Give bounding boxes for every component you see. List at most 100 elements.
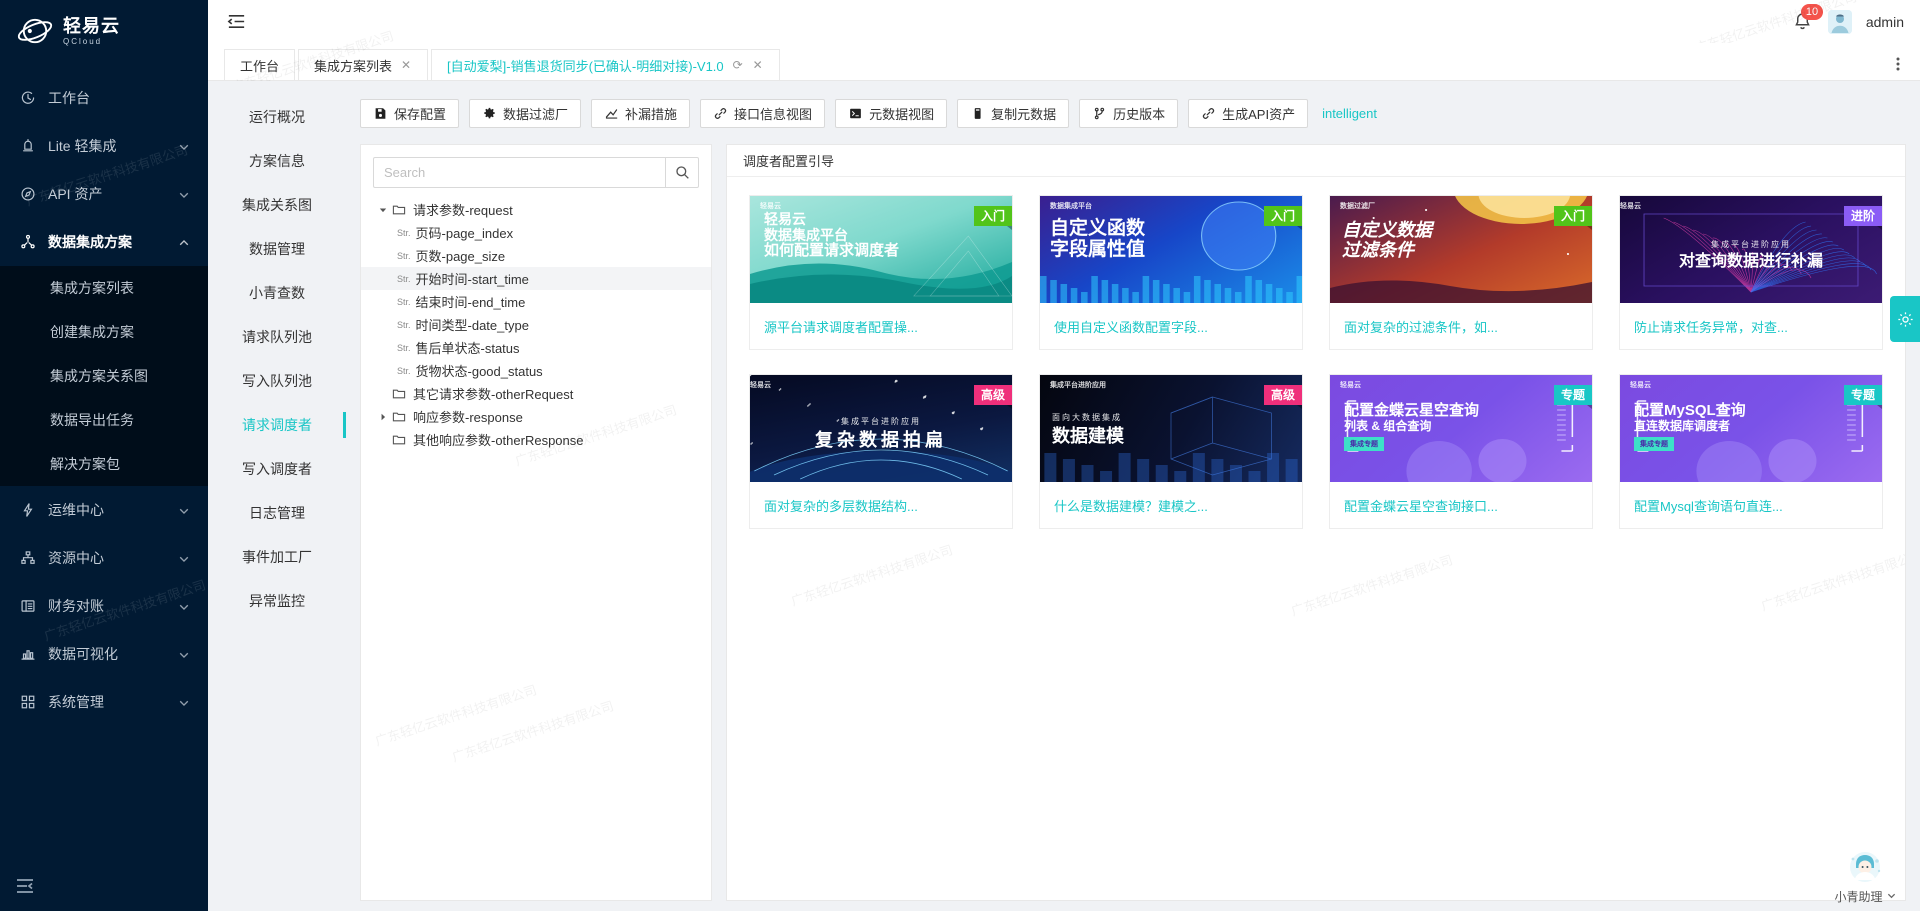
card-caption[interactable]: 使用自定义函数配置字段... [1040,303,1302,349]
guide-card-7[interactable]: 轻易云 配置金蝶云星空查询列表 & 组合查询 集成专题 专题 配置金蝶云星空查询… [1329,374,1593,529]
tab-3[interactable]: [自动爱梨]-销售退货同步(已确认-明细对接)-V1.0⟳✕ [431,49,780,80]
chevron-down-icon[interactable] [178,504,190,516]
tree-node[interactable]: 响应参数-response [361,405,711,428]
sidebar-subitem-1[interactable]: 集成方案列表 [0,266,208,310]
toolbar-button-1[interactable]: 保存配置 [360,99,459,128]
tree-node[interactable]: Str.时间类型-date_type [361,313,711,336]
tree-node[interactable]: 请求参数-request [361,198,711,221]
sidebar-item-label: 资源中心 [48,548,178,568]
card-caption[interactable]: 配置Mysql查询语句直连... [1620,482,1882,528]
toolbar-button-2[interactable]: 数据过滤厂 [469,99,581,128]
secondary-nav-item-5[interactable]: 小青查数 [208,271,346,315]
chart-icon [19,645,37,663]
sidebar-collapse-icon[interactable] [14,875,36,897]
card-caption[interactable]: 什么是数据建模？建模之... [1040,482,1302,528]
secondary-nav-item-8[interactable]: 请求调度者 [208,403,346,447]
tab-close-icon[interactable]: ✕ [752,59,764,71]
tab-2[interactable]: 集成方案列表✕ [298,49,428,80]
secondary-nav-item-6[interactable]: 请求队列池 [208,315,346,359]
secondary-nav-item-7[interactable]: 写入队列池 [208,359,346,403]
chevron-down-icon[interactable] [1887,887,1896,905]
settings-fab[interactable] [1890,296,1920,342]
chevron-down-icon[interactable] [178,552,190,564]
sidebar-item-5[interactable]: 运维中心 [0,486,208,534]
card-caption[interactable]: 面对复杂的多层数据结构... [750,482,1012,528]
card-caption[interactable]: 防止请求任务异常，对查... [1620,303,1882,349]
tree-node[interactable]: Str.页数-page_size [361,244,711,267]
notifications-button[interactable]: 10 [1792,11,1814,33]
tree-node[interactable]: Str.售后单状态-status [361,336,711,359]
sidebar-item-8[interactable]: 数据可视化 [0,630,208,678]
assistant-widget[interactable]: 小青助理 [1826,844,1904,905]
username-label[interactable]: admin [1866,14,1904,30]
sidebar-subitem-4[interactable]: 数据导出任务 [0,398,208,442]
toolbar-button-8[interactable]: 生成API资产 [1188,99,1308,128]
type-tag: Str. [397,320,411,330]
link-icon [1201,106,1215,120]
tree-node[interactable]: 其他响应参数-otherResponse [361,428,711,451]
sidebar-subitem-3[interactable]: 集成方案关系图 [0,354,208,398]
tree-node[interactable]: Str.货物状态-good_status [361,359,711,382]
card-thumb-line: 过滤条件 [1342,240,1414,260]
brand-logo[interactable]: 轻易云 QCloud [0,0,208,62]
collapse-sidebar-icon[interactable] [226,11,247,32]
guide-card-5[interactable]: 轻易云 集成平台进阶应用复杂数据拍扁 高级 面对复杂的多层数据结构... [749,374,1013,529]
tree-node[interactable]: 其它请求参数-otherRequest [361,382,711,405]
intelligent-link[interactable]: intelligent [1322,106,1377,121]
secondary-nav-item-11[interactable]: 事件加工厂 [208,535,346,579]
caret-down-icon[interactable] [375,202,391,218]
toolbar-button-5[interactable]: 元数据视图 [835,99,947,128]
primary-sidebar: 轻易云 QCloud 工作台Lite 轻集成API 资产数据集成方案集成方案列表… [0,0,208,911]
toolbar-button-3[interactable]: 补漏措施 [591,99,690,128]
chevron-down-icon[interactable] [178,188,190,200]
chevron-down-icon[interactable] [178,600,190,612]
tree-node[interactable]: Str.开始时间-start_time [361,267,711,290]
sidebar-item-2[interactable]: Lite 轻集成 [0,122,208,170]
tree-node[interactable]: Str.页码-page_index [361,221,711,244]
tab-reload-icon[interactable]: ⟳ [732,59,744,71]
search-icon[interactable] [665,157,699,188]
toolbar-button-6[interactable]: 复制元数据 [957,99,1069,128]
sidebar-item-9[interactable]: 系统管理 [0,678,208,726]
secondary-nav-item-9[interactable]: 写入调度者 [208,447,346,491]
tree-node[interactable]: Str.结束时间-end_time [361,290,711,313]
toolbar-button-7[interactable]: 历史版本 [1079,99,1178,128]
secondary-nav-item-10[interactable]: 日志管理 [208,491,346,535]
secondary-nav-item-12[interactable]: 异常监控 [208,579,346,623]
secondary-nav-item-2[interactable]: 方案信息 [208,139,346,183]
guide-card-8[interactable]: 轻易云 配置MySQL查询直连数据库调度者 集成专题 专题 配置Mysql查询语… [1619,374,1883,529]
type-tag: Str. [397,297,411,307]
sidebar-subitem-2[interactable]: 创建集成方案 [0,310,208,354]
guide-card-1[interactable]: 轻易云 轻易云数据集成平台如何配置请求调度者 入门 源平台请求调度者配置操... [749,195,1013,350]
avatar[interactable] [1828,10,1852,34]
guide-card-4[interactable]: 轻易云 集成平台进阶应用对查询数据进行补漏 进阶 防止请求任务异常，对查... [1619,195,1883,350]
tab-1[interactable]: 工作台 [224,49,295,80]
sidebar-subitem-5[interactable]: 解决方案包 [0,442,208,486]
guide-card-2[interactable]: 数据集成平台 自定义函数字段属性值 入门 使用自定义函数配置字段... [1039,195,1303,350]
sidebar-item-1[interactable]: 工作台 [0,74,208,122]
watermark: 广东轻亿云软件科技有限公司 [1758,544,1906,614]
secondary-nav-item-1[interactable]: 运行概况 [208,95,346,139]
search-input[interactable] [373,157,665,188]
tree-node-label: 其它请求参数-otherRequest [413,384,573,403]
chevron-up-icon[interactable] [178,236,190,248]
sidebar-item-3[interactable]: API 资产 [0,170,208,218]
toolbar-button-4[interactable]: 接口信息视图 [700,99,825,128]
chevron-down-icon[interactable] [178,696,190,708]
caret-right-icon[interactable] [375,409,391,425]
card-caption[interactable]: 面对复杂的过滤条件，如... [1330,303,1592,349]
sidebar-item-4[interactable]: 数据集成方案 [0,218,208,266]
sidebar-item-6[interactable]: 资源中心 [0,534,208,582]
chevron-down-icon[interactable] [178,140,190,152]
tab-close-icon[interactable]: ✕ [400,59,412,71]
card-thumbnail: 轻易云 配置金蝶云星空查询列表 & 组合查询 集成专题 专题 [1330,375,1592,482]
secondary-nav-item-3[interactable]: 集成关系图 [208,183,346,227]
sidebar-item-7[interactable]: 财务对账 [0,582,208,630]
card-caption[interactable]: 源平台请求调度者配置操... [750,303,1012,349]
guide-card-6[interactable]: 集成平台进阶应用 面向大数据集成数据建模 高级 什么是数据建模？建模之... [1039,374,1303,529]
chevron-down-icon[interactable] [178,648,190,660]
guide-card-3[interactable]: 数据过滤厂 自定义数据过滤条件 入门 面对复杂的过滤条件，如... [1329,195,1593,350]
card-caption[interactable]: 配置金蝶云星空查询接口... [1330,482,1592,528]
tab-more-icon[interactable] [1890,55,1906,73]
secondary-nav-item-4[interactable]: 数据管理 [208,227,346,271]
